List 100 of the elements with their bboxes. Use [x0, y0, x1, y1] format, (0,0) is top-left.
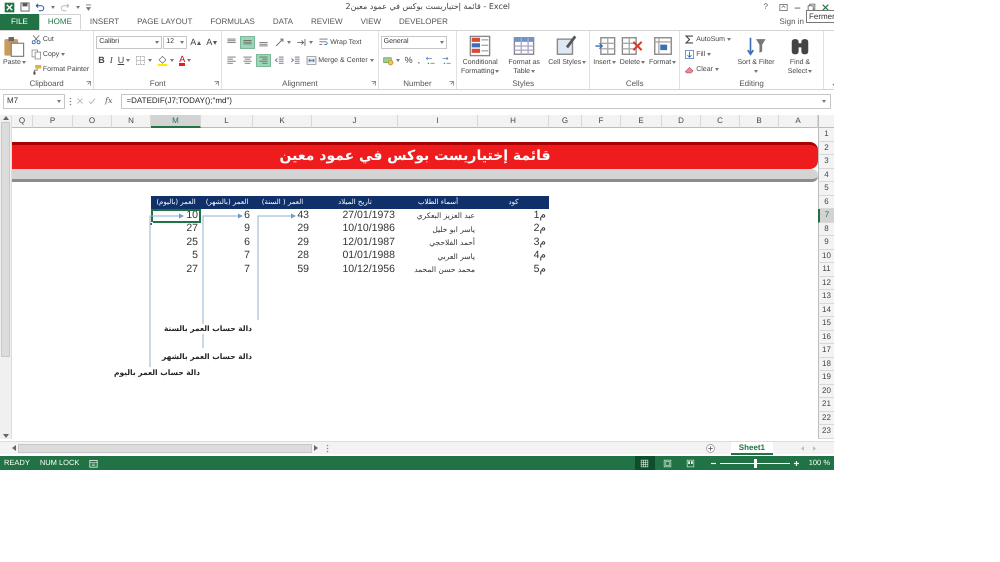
row-header[interactable]: 8	[818, 222, 834, 236]
ribbon-button[interactable]	[155, 54, 176, 67]
bold-button[interactable]: B	[96, 54, 107, 67]
view-button[interactable]	[634, 456, 655, 470]
ribbon-button[interactable]	[256, 54, 272, 67]
column-header[interactable]: L	[201, 115, 253, 128]
ribbon-tab[interactable]: HOME	[38, 14, 81, 30]
row-header[interactable]: 23	[818, 425, 834, 438]
ribbon-tab[interactable]: PAGE LAYOUT	[128, 14, 202, 30]
row-header[interactable]: 4	[818, 168, 834, 182]
column-header[interactable]: K	[253, 115, 312, 128]
row-header[interactable]: 9	[818, 236, 834, 250]
column-header[interactable]: B	[740, 115, 779, 128]
row-header[interactable]: 6	[818, 196, 834, 209]
customize-icon[interactable]	[85, 4, 92, 10]
column-header[interactable]: I	[398, 115, 478, 128]
ribbon-tab[interactable]: FORMULAS	[201, 14, 264, 30]
insert-function-button[interactable]: fx	[100, 95, 118, 107]
column-header[interactable]: M	[151, 115, 201, 128]
new-sheet-icon[interactable]	[706, 444, 715, 452]
name-box[interactable]: M7	[3, 94, 65, 108]
row-header[interactable]: 1	[818, 128, 834, 142]
row-header[interactable]: 16	[818, 330, 834, 344]
scroll-thumb[interactable]	[18, 444, 312, 452]
row-header[interactable]: 22	[818, 412, 834, 425]
row-header[interactable]: 14	[818, 304, 834, 317]
row-header[interactable]: 17	[818, 344, 834, 358]
window-title: قائمة إختياريست بوكس في عمود معين2 - Excel	[344, 1, 512, 13]
ribbon-button[interactable]	[133, 54, 154, 67]
ribbon-button[interactable]	[240, 36, 256, 49]
number-style-button[interactable]: %	[402, 54, 415, 67]
column-header[interactable]: Q	[12, 115, 33, 128]
column-header[interactable]: A	[779, 115, 818, 128]
copy-icon	[30, 49, 42, 60]
ribbon-tab[interactable]: FILE	[0, 14, 39, 30]
dialog-launcher-icon[interactable]	[86, 81, 92, 86]
sum-icon	[684, 34, 696, 45]
italic-button[interactable]: I	[108, 54, 115, 67]
row-header[interactable]: 2	[818, 142, 834, 155]
caret-icon	[51, 6, 55, 8]
undo-icon[interactable]	[35, 2, 45, 12]
underline-button[interactable]: U	[116, 54, 132, 67]
dialog-launcher-icon[interactable]	[370, 81, 376, 86]
column-header[interactable]: D	[662, 115, 701, 128]
row-header[interactable]: 10	[818, 250, 834, 263]
row-header[interactable]: 5	[818, 182, 834, 196]
row-header[interactable]: 20	[818, 384, 834, 398]
group-label: Editing	[739, 78, 764, 90]
caret-icon	[76, 6, 80, 8]
ribbon-tab[interactable]: VIEW	[352, 14, 390, 30]
font-grow-button[interactable]: A	[188, 36, 204, 49]
row-header[interactable]: 19	[818, 371, 834, 384]
ribbon-tab[interactable]: DATA	[264, 14, 302, 30]
zoom-in-icon[interactable]	[794, 460, 799, 466]
format-cells-icon	[652, 35, 674, 57]
formula-field[interactable]: =DATEDIF(J7;TODAY();"md")	[121, 94, 831, 108]
scroll-up-icon[interactable]	[2, 116, 8, 120]
text-angle-icon	[274, 37, 286, 48]
sign-in-link[interactable]: Sign in	[780, 16, 804, 28]
row-header[interactable]: 11	[818, 263, 834, 276]
ribbon-tab[interactable]: INSERT	[80, 14, 128, 30]
font-color-button[interactable]: A	[177, 54, 194, 67]
macro-record-icon[interactable]	[89, 458, 98, 468]
close-icon[interactable]	[821, 2, 830, 12]
row-header[interactable]: 21	[818, 398, 834, 412]
number-style-button[interactable]: ,	[416, 54, 422, 67]
column-header[interactable]: O	[73, 115, 112, 128]
align-icon	[258, 55, 270, 66]
scroll-down-icon[interactable]	[2, 434, 8, 438]
save-icon[interactable]	[20, 2, 30, 12]
row-header[interactable]: 7	[818, 209, 834, 222]
help-button[interactable]: ?	[764, 1, 768, 13]
splitter-icon[interactable]	[326, 444, 329, 452]
column-header[interactable]: P	[33, 115, 73, 128]
column-header[interactable]: J	[312, 115, 398, 128]
ribbon-tab[interactable]: REVIEW	[302, 14, 352, 30]
row-header[interactable]: 13	[818, 290, 834, 304]
column-header[interactable]: F	[582, 115, 621, 128]
column-header[interactable]: G	[549, 115, 582, 128]
column-header[interactable]: E	[621, 115, 662, 128]
splitter-icon[interactable]	[69, 96, 72, 106]
zoom-out-icon[interactable]	[710, 460, 716, 466]
wrap-text-icon	[318, 37, 330, 48]
column-header[interactable]: H	[478, 115, 549, 128]
font-shrink-button[interactable]: A	[204, 36, 220, 49]
scroll-thumb[interactable]	[1, 122, 10, 357]
ribbon-display-icon[interactable]	[779, 2, 788, 12]
sheet-tab[interactable]: Sheet1	[730, 442, 773, 454]
scroll-left-icon[interactable]	[12, 445, 16, 451]
dialog-launcher-icon[interactable]	[449, 81, 454, 86]
dialog-launcher-icon[interactable]	[214, 81, 220, 86]
row-header[interactable]: 18	[818, 358, 834, 371]
row-header[interactable]: 3	[818, 155, 834, 168]
zoom-slider-thumb[interactable]	[754, 458, 757, 468]
row-header[interactable]: 12	[818, 276, 834, 290]
ribbon-tab[interactable]: DEVELOPER	[390, 14, 457, 30]
column-header[interactable]: C	[701, 115, 740, 128]
column-header[interactable]: N	[112, 115, 151, 128]
row-header[interactable]: 15	[818, 317, 834, 330]
scroll-right-icon[interactable]	[314, 445, 318, 451]
